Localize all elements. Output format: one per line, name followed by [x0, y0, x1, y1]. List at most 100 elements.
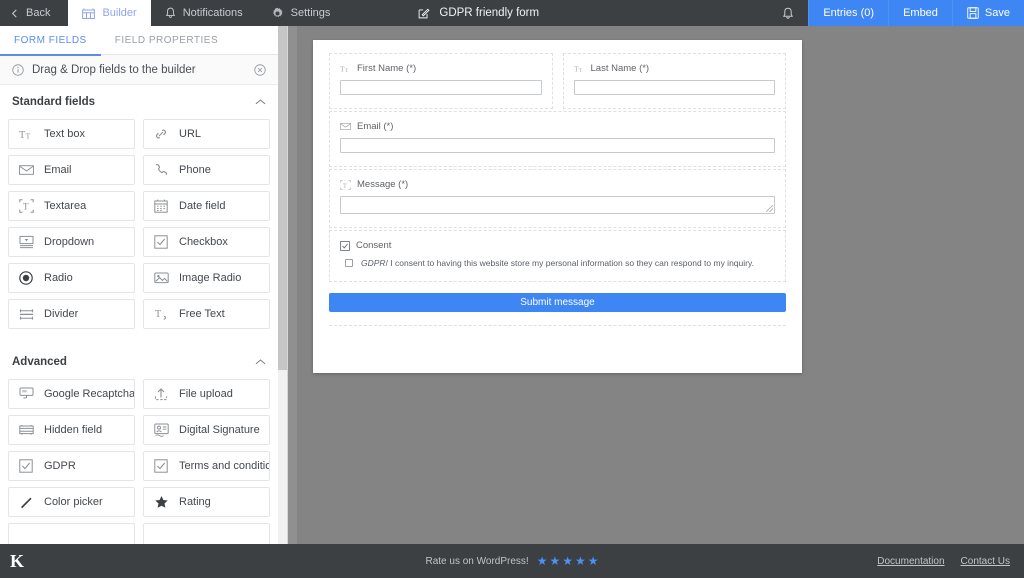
rating-stars[interactable]: ★ ★ ★ ★ ★ [537, 555, 599, 567]
field-card-checkbox[interactable]: Checkbox [143, 227, 270, 257]
field-card-label: GDPR [44, 460, 76, 472]
field-card-divider[interactable]: Divider [8, 299, 135, 329]
field-card-file-upload[interactable]: File upload [143, 379, 270, 409]
field-card-label: Date field [179, 200, 225, 212]
hidden-field-icon [18, 424, 34, 436]
star-icon[interactable]: ★ [537, 555, 548, 567]
nav-tab-settings[interactable]: Settings [257, 0, 345, 26]
field-card-label: Google Recaptcha [44, 388, 135, 400]
field-card-url[interactable]: URL [143, 119, 270, 149]
field-card-partial[interactable] [8, 523, 135, 544]
form-field-email[interactable]: Email (*) [329, 111, 786, 167]
text-box-icon: TT [340, 64, 351, 74]
section-header-advanced[interactable]: Advanced [0, 345, 278, 379]
drag-drop-hint-label: Drag & Drop fields to the builder [32, 64, 196, 76]
chevron-up-icon[interactable] [255, 358, 266, 366]
tab-field-properties[interactable]: FIELD PROPERTIES [101, 26, 232, 55]
svg-text:T: T [155, 309, 161, 320]
checkbox-icon [340, 241, 350, 251]
chevron-up-icon[interactable] [255, 98, 266, 106]
bell-icon [165, 7, 176, 19]
consent-body: I consent to having this website store m… [390, 258, 754, 268]
field-card-phone[interactable]: Phone [143, 155, 270, 185]
upload-icon [153, 387, 169, 401]
field-card-label: Hidden field [44, 424, 102, 436]
star-icon[interactable]: ★ [562, 555, 573, 567]
image-radio-icon [153, 272, 169, 285]
rate-us-block: Rate us on WordPress! ★ ★ ★ ★ ★ [0, 555, 1024, 567]
field-card-google-recaptcha[interactable]: Google Recaptcha [8, 379, 135, 409]
field-card-color-picker[interactable]: Color picker [8, 487, 135, 517]
save-button[interactable]: Save [952, 0, 1024, 26]
close-circle-icon[interactable] [254, 64, 266, 76]
form-preview-card: TT First Name (*) TT Last Name (*) [313, 40, 802, 373]
tab-form-fields-label: FORM FIELDS [14, 35, 87, 46]
field-card-free-text[interactable]: T Free Text [143, 299, 270, 329]
consent-checkbox[interactable] [345, 259, 353, 267]
field-card-rating[interactable]: Rating [143, 487, 270, 517]
field-card-email[interactable]: Email [8, 155, 135, 185]
form-submit-wrapper: Submit message [329, 284, 786, 326]
form-field-message[interactable]: T Message (*) [329, 169, 786, 228]
sidebar-scrollbar-track[interactable] [278, 26, 287, 544]
form-field-last-name-label-row: TT Last Name (*) [574, 63, 776, 74]
svg-text:T: T [343, 182, 347, 189]
canvas-scrollbar-track[interactable] [288, 26, 297, 544]
field-card-terms-and-conditions[interactable]: Terms and conditions [143, 451, 270, 481]
embed-button[interactable]: Embed [888, 0, 952, 26]
field-card-date-field[interactable]: Date field [143, 191, 270, 221]
form-field-consent[interactable]: Consent GDPR/ I consent to having this w… [329, 230, 786, 282]
field-card-hidden-field[interactable]: Hidden field [8, 415, 135, 445]
field-card-dropdown[interactable]: Dropdown [8, 227, 135, 257]
contact-us-link[interactable]: Contact Us [961, 556, 1010, 567]
first-name-input[interactable] [340, 80, 542, 95]
last-name-input[interactable] [574, 80, 776, 95]
field-grid-standard: TT Text box URL Email Phone [0, 119, 278, 333]
checkbox-icon [18, 459, 34, 473]
documentation-link[interactable]: Documentation [877, 556, 944, 567]
field-card-label: Email [44, 164, 72, 176]
sidebar-scrollbar-thumb[interactable] [278, 26, 287, 370]
form-field-first-name[interactable]: TT First Name (*) [329, 53, 553, 109]
footer-bar: K Rate us on WordPress! ★ ★ ★ ★ ★ Docume… [0, 544, 1024, 578]
section-title-standard-fields: Standard fields [12, 96, 95, 108]
field-card-label: Text box [44, 128, 85, 140]
save-label: Save [985, 7, 1010, 19]
floppy-disk-icon [967, 7, 979, 19]
gear-icon [271, 7, 284, 20]
consent-prefix: GDPR [361, 258, 386, 268]
field-card-text-box[interactable]: TT Text box [8, 119, 135, 149]
tab-form-fields[interactable]: FORM FIELDS [0, 26, 101, 55]
field-card-radio[interactable]: Radio [8, 263, 135, 293]
field-card-textarea[interactable]: T Textarea [8, 191, 135, 221]
chevron-left-icon [10, 9, 19, 18]
submit-message-label: Submit message [520, 297, 594, 308]
nav-tab-notifications[interactable]: Notifications [151, 0, 257, 26]
message-textarea[interactable] [340, 196, 775, 214]
star-icon[interactable]: ★ [549, 555, 560, 567]
link-icon [153, 127, 169, 141]
notifications-bell-button[interactable] [768, 0, 808, 26]
star-icon[interactable]: ★ [588, 555, 599, 567]
text-box-icon: TT [18, 128, 34, 141]
free-text-icon: T [153, 307, 169, 321]
form-field-last-name[interactable]: TT Last Name (*) [563, 53, 787, 109]
field-card-label: Radio [44, 272, 73, 284]
submit-message-button[interactable]: Submit message [329, 293, 786, 312]
back-label: Back [26, 7, 50, 19]
drag-drop-hint: Drag & Drop fields to the builder [0, 55, 278, 85]
consent-checkbox-row[interactable]: GDPR/ I consent to having this website s… [340, 258, 775, 268]
field-card-digital-signature[interactable]: Digital Signature [143, 415, 270, 445]
field-card-label: Digital Signature [179, 424, 260, 436]
field-card-partial[interactable] [143, 523, 270, 544]
nav-tab-builder[interactable]: Builder [68, 0, 150, 26]
entries-button[interactable]: Entries (0) [808, 0, 888, 26]
star-icon[interactable]: ★ [575, 555, 586, 567]
field-card-image-radio[interactable]: Image Radio [143, 263, 270, 293]
field-grid-advanced: Google Recaptcha File upload Hidden fiel… [0, 379, 278, 544]
back-button[interactable]: Back [0, 0, 68, 26]
section-header-standard-fields[interactable]: Standard fields [0, 85, 278, 119]
field-card-gdpr[interactable]: GDPR [8, 451, 135, 481]
email-input[interactable] [340, 138, 775, 153]
form-field-message-label-row: T Message (*) [340, 179, 775, 190]
